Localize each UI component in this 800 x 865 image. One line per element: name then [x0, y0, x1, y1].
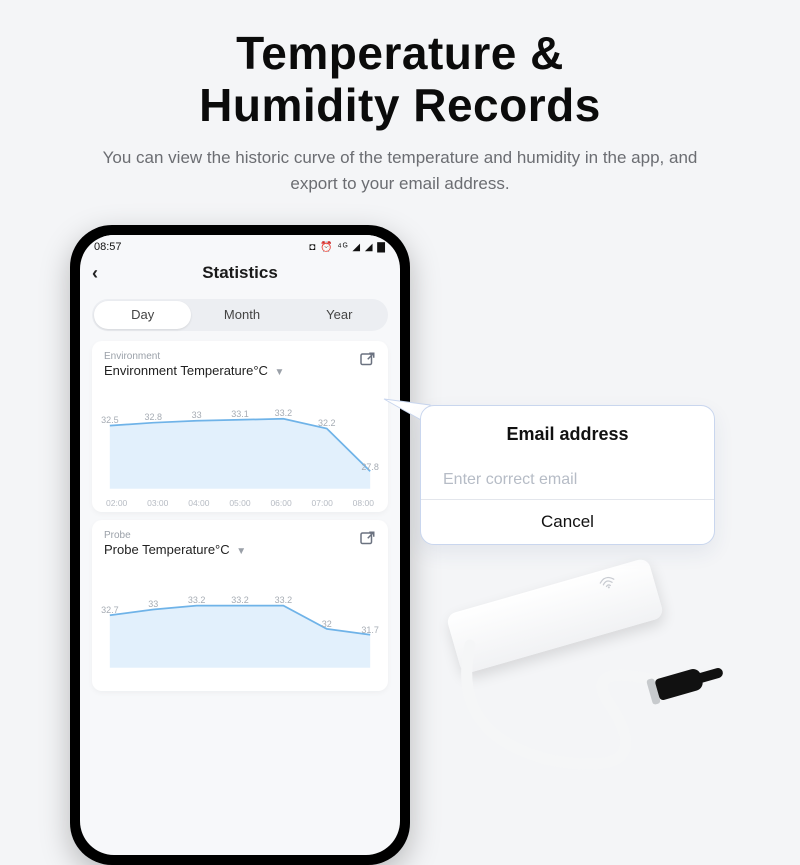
back-icon[interactable]: ‹	[92, 263, 98, 284]
chart-point-label: 32.8	[144, 412, 162, 422]
phone-mockup: 08:57 ◘ ⏰ ⁴ᴳ ◢ ◢ ▇ ‹ Statistics Day Mont…	[70, 225, 410, 865]
cancel-button[interactable]: Cancel	[421, 500, 714, 532]
chart2-section-label: Probe	[104, 530, 246, 541]
chart-point-label: 33.1	[231, 409, 249, 419]
chart-point-label: 33.2	[275, 595, 293, 605]
chart-point-label: 33	[148, 599, 158, 609]
email-field[interactable]: Enter correct email	[421, 461, 714, 499]
screen-title: Statistics	[202, 263, 278, 283]
phone-screen: 08:57 ◘ ⏰ ⁴ᴳ ◢ ◢ ▇ ‹ Statistics Day Mont…	[80, 235, 400, 855]
chart-x-tick: 08:00	[353, 498, 374, 508]
heading-line1: Temperature &	[236, 27, 564, 79]
popup-title: Email address	[421, 424, 714, 445]
chart-x-tick: 04:00	[188, 498, 209, 508]
chart-point-label: 33.2	[188, 595, 206, 605]
chart-x-labels: 02:00 03:00 04:00 05:00 06:00 07:00 08:00	[106, 498, 374, 508]
screen-title-bar: ‹ Statistics	[80, 255, 400, 291]
chart1-title-text: Environment Temperature°C	[104, 363, 268, 378]
chart2-title[interactable]: Probe Temperature°C ▼	[104, 542, 246, 557]
chart-probe: 32.7 33 33.2 33.2 33.2 32 31.7	[104, 565, 376, 685]
chart-point-label: 31.7	[361, 625, 379, 635]
status-time: 08:57	[94, 241, 122, 253]
chart-point-label: 32.7	[101, 605, 119, 615]
chart-point-label: 33.2	[231, 595, 249, 605]
chart-x-tick: 07:00	[312, 498, 333, 508]
page-title: Temperature & Humidity Records	[0, 0, 800, 131]
chart-x-tick: 03:00	[147, 498, 168, 508]
status-bar: 08:57 ◘ ⏰ ⁴ᴳ ◢ ◢ ▇	[80, 235, 400, 255]
chart2-title-text: Probe Temperature°C	[104, 542, 230, 557]
heading-line2: Humidity Records	[199, 79, 601, 131]
chart-card-environment: Environment Environment Temperature°C ▼ …	[92, 341, 388, 512]
chart-point-label: 32.5	[101, 415, 119, 425]
export-icon[interactable]	[358, 351, 376, 369]
chart-point-label: 32	[322, 619, 332, 629]
chart-card-probe: Probe Probe Temperature°C ▼ 32.7 33 33.2 33…	[92, 520, 388, 691]
chart1-title[interactable]: Environment Temperature°C ▼	[104, 363, 284, 378]
status-icons: ◘ ⏰ ⁴ᴳ ◢ ◢ ▇	[309, 242, 386, 253]
segment-day[interactable]: Day	[94, 301, 191, 329]
export-icon[interactable]	[358, 530, 376, 548]
segment-year[interactable]: Year	[291, 301, 388, 329]
chart1-section-label: Environment	[104, 351, 284, 362]
chart-point-label: 27.8	[361, 462, 379, 472]
chevron-down-icon: ▼	[236, 546, 246, 557]
chart-point-label: 32.2	[318, 418, 336, 428]
segment-month[interactable]: Month	[193, 301, 290, 329]
chart-point-label: 33.2	[275, 408, 293, 418]
email-popup: Email address Enter correct email Cancel	[420, 405, 715, 545]
range-segment: Day Month Year	[92, 299, 388, 331]
chart-point-label: 33	[192, 410, 202, 420]
chart-x-tick: 06:00	[270, 498, 291, 508]
sensor-device	[430, 555, 730, 785]
chart-environment: 32.5 32.8 33 33.1 33.2 32.2 27.8 02:00 03:00 04:0…	[104, 386, 376, 506]
chart-x-tick: 02:00	[106, 498, 127, 508]
page-subtext: You can view the historic curve of the t…	[0, 131, 800, 196]
chevron-down-icon: ▼	[275, 367, 285, 378]
chart-x-tick: 05:00	[229, 498, 250, 508]
